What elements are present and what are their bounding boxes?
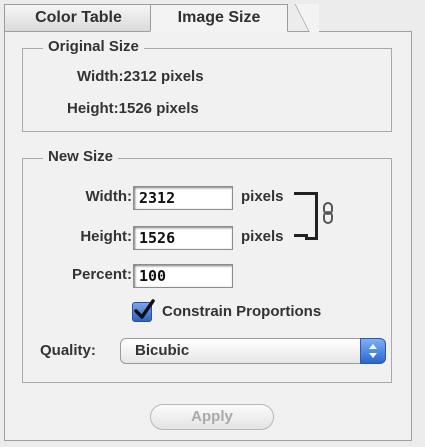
chain-link-icon xyxy=(323,202,333,224)
original-size-legend: Original Size xyxy=(43,38,144,55)
width-unit: pixels xyxy=(241,188,284,205)
constrain-proportions-label[interactable]: Constrain Proportions xyxy=(162,303,321,320)
constrain-proportions-checkbox[interactable] xyxy=(132,299,155,322)
quality-select[interactable]: Bicubic xyxy=(120,338,386,364)
quality-select-value: Bicubic xyxy=(135,342,190,359)
percent-label: Percent: xyxy=(71,266,132,283)
tab-color-table[interactable]: Color Table xyxy=(4,4,152,32)
tab-image-size[interactable]: Image Size xyxy=(150,4,288,32)
height-field[interactable] xyxy=(133,226,233,250)
checkmark-icon xyxy=(134,299,155,319)
original-width-text: Width:2312 pixels xyxy=(77,68,204,85)
height-unit: pixels xyxy=(241,228,284,245)
original-size-group xyxy=(22,48,392,132)
quality-label: Quality: xyxy=(40,342,96,359)
image-size-panel: Color Table Image Size Original Size Wid… xyxy=(0,0,425,447)
up-down-arrows-icon[interactable] xyxy=(360,338,386,364)
width-label: Width: xyxy=(85,188,132,205)
apply-button[interactable]: Apply xyxy=(150,404,274,430)
height-label: Height: xyxy=(80,228,132,245)
tab-edge-decoration xyxy=(285,4,319,32)
percent-field[interactable] xyxy=(133,264,233,288)
new-size-legend: New Size xyxy=(43,148,119,165)
bracket-top-arm xyxy=(294,192,308,195)
width-field[interactable] xyxy=(133,186,233,210)
original-height-text: Height:1526 pixels xyxy=(67,100,199,117)
bracket-bottom-arm xyxy=(294,234,308,237)
constrain-bracket xyxy=(305,192,318,240)
